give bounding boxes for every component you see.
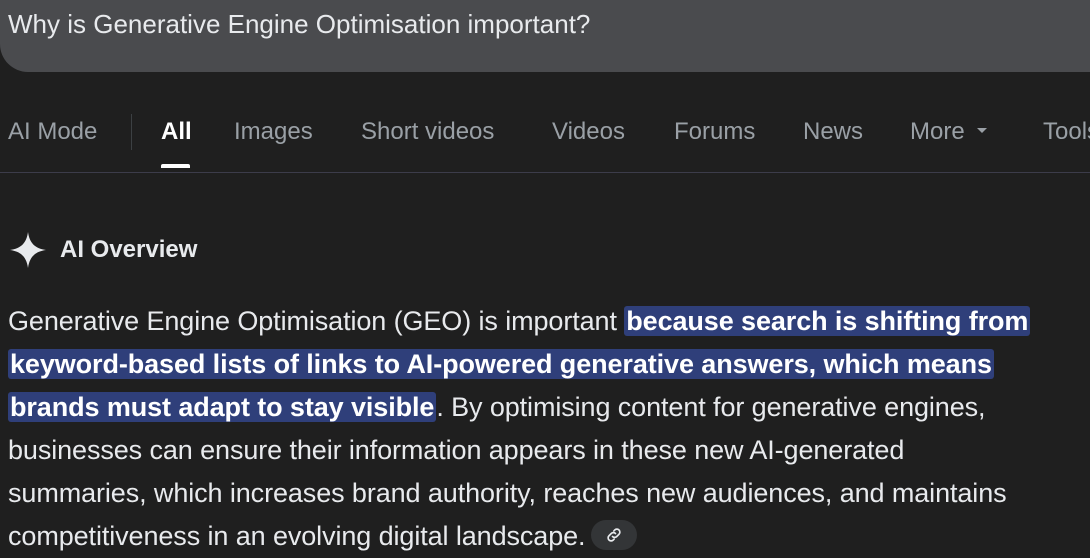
tab-short-videos[interactable]: Short videos [361, 118, 494, 146]
answer-text: . By optimising content for generative e… [436, 392, 986, 422]
tab-more[interactable]: More [910, 118, 987, 146]
answer-line-3: brands must adapt to stay visible. By op… [8, 386, 1090, 429]
answer-line-6: competitiveness in an evolving digital l… [8, 515, 1090, 558]
tab-divider [131, 114, 132, 150]
tab-news[interactable]: News [803, 118, 863, 146]
ai-overview-answer: Generative Engine Optimisation (GEO) is … [8, 300, 1090, 558]
tab-more-label: More [910, 118, 965, 145]
highlighted-text: because search is shifting from [624, 306, 1031, 336]
answer-text: Generative Engine Optimisation (GEO) is … [8, 306, 625, 336]
tab-all[interactable]: All [161, 118, 192, 146]
search-tabs: AI Mode All Images Short videos Videos F… [0, 100, 1090, 173]
tab-videos[interactable]: Videos [552, 118, 625, 146]
answer-line-4: businesses can ensure their information … [8, 429, 1090, 472]
search-box[interactable]: Why is Generative Engine Optimisation im… [0, 0, 1090, 72]
answer-text: businesses can ensure their information … [8, 435, 905, 465]
highlighted-text: keyword-based lists of links to AI-power… [8, 349, 994, 379]
search-query[interactable]: Why is Generative Engine Optimisation im… [8, 9, 590, 40]
source-link-button[interactable] [591, 519, 638, 550]
answer-text: competitiveness in an evolving digital l… [8, 521, 586, 551]
tab-images[interactable]: Images [234, 118, 313, 146]
link-icon [607, 528, 622, 542]
sparkle-icon [10, 232, 46, 268]
tab-ai-mode[interactable]: AI Mode [8, 118, 97, 146]
chevron-down-icon [976, 128, 987, 134]
tab-tools[interactable]: Tools [1043, 118, 1090, 146]
highlighted-text: brands must adapt to stay visible [8, 392, 437, 422]
answer-line-5: summaries, which increases brand authori… [8, 472, 1090, 515]
active-tab-indicator [161, 164, 190, 168]
tab-forums[interactable]: Forums [674, 118, 755, 146]
answer-line-1: Generative Engine Optimisation (GEO) is … [8, 300, 1090, 343]
answer-line-2: keyword-based lists of links to AI-power… [8, 343, 1090, 386]
ai-overview-title: AI Overview [60, 236, 198, 263]
answer-text: summaries, which increases brand authori… [8, 478, 1007, 508]
